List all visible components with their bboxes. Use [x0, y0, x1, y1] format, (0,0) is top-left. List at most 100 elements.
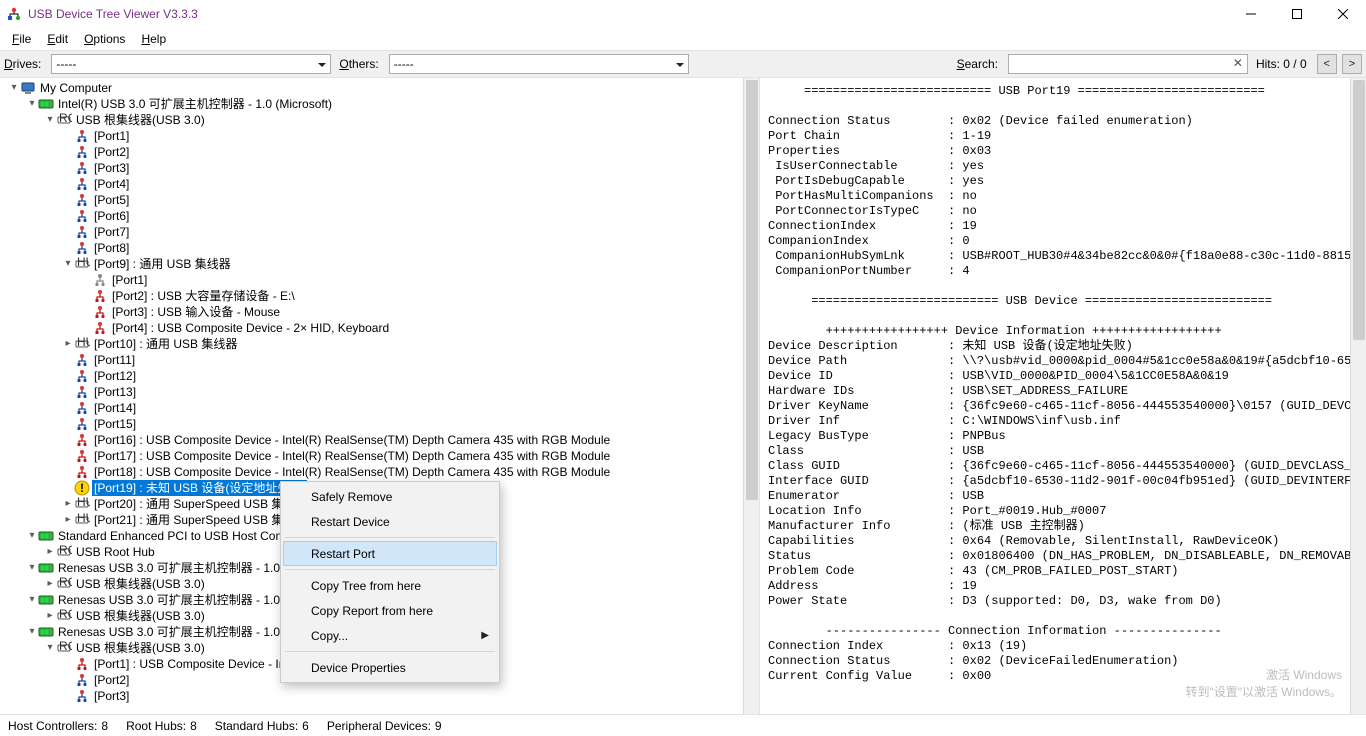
tree-row[interactable]: ▾ROOTUSB 根集线器(USB 3.0)	[2, 112, 743, 128]
menu-file[interactable]: File	[4, 28, 39, 50]
clear-search-icon[interactable]: ✕	[1233, 56, 1243, 70]
tree-label: [Port11]	[92, 352, 137, 368]
context-menu-item[interactable]: Safely Remove	[283, 484, 497, 509]
tree-row[interactable]: [Port5]	[2, 192, 743, 208]
pc-icon	[20, 80, 36, 96]
tree-row[interactable]: [Port4]	[2, 176, 743, 192]
tree-label: [Port10] : 通用 USB 集线器	[92, 336, 239, 352]
hub-icon: HUB	[74, 496, 90, 512]
tree-row[interactable]: [Port7]	[2, 224, 743, 240]
ctrl-icon	[38, 96, 54, 112]
collapse-icon[interactable]: ▾	[26, 592, 38, 608]
tree-row[interactable]: [Port16] : USB Composite Device - Intel(…	[2, 432, 743, 448]
next-hit-button[interactable]: >	[1342, 54, 1362, 74]
tree-label: [Port13]	[92, 384, 138, 400]
prev-hit-button[interactable]: <	[1317, 54, 1337, 74]
port-icon	[74, 672, 90, 688]
context-menu-item[interactable]: Copy Tree from here	[283, 573, 497, 598]
collapse-icon[interactable]: ▾	[26, 528, 38, 544]
titlebar: USB Device Tree Viewer V3.3.3	[0, 0, 1366, 28]
info-text[interactable]: ========================== USB Port19 ==…	[760, 78, 1350, 714]
context-menu-separator	[285, 537, 495, 538]
expand-icon[interactable]: ▸	[62, 512, 74, 528]
info-pane: ========================== USB Port19 ==…	[760, 78, 1366, 714]
tree-label: [Port5]	[92, 192, 131, 208]
tree-row[interactable]: [Port2]	[2, 144, 743, 160]
context-menu-item[interactable]: Restart Port	[283, 541, 497, 566]
svg-text:HUB: HUB	[77, 512, 90, 525]
collapse-icon[interactable]: ▾	[26, 560, 38, 576]
collapse-icon[interactable]: ▾	[44, 112, 56, 128]
expand-icon[interactable]: ▸	[62, 336, 74, 352]
tree-row[interactable]: [Port13]	[2, 384, 743, 400]
tree-row[interactable]: [Port18] : USB Composite Device - Intel(…	[2, 464, 743, 480]
tree-label: [Port1]	[92, 128, 131, 144]
tree-label: USB Root Hub	[74, 544, 157, 560]
tree-label: [Port19] : 未知 USB 设备(设定地址失败)	[92, 480, 307, 496]
tree-row[interactable]: [Port1]	[2, 272, 743, 288]
collapse-icon[interactable]: ▾	[8, 80, 20, 96]
tree-row[interactable]: ▸HUB[Port10] : 通用 USB 集线器	[2, 336, 743, 352]
collapse-icon[interactable]: ▾	[44, 640, 56, 656]
expand-icon[interactable]: ▸	[44, 544, 56, 560]
context-menu-item[interactable]: Copy Report from here	[283, 598, 497, 623]
collapse-icon[interactable]: ▾	[62, 256, 74, 272]
collapse-icon[interactable]: ▾	[26, 96, 38, 112]
tree-label: [Port14]	[92, 400, 138, 416]
others-combo[interactable]: -----	[389, 54, 689, 74]
maximize-button[interactable]	[1274, 0, 1320, 28]
tree-label: Standard Enhanced PCI to USB Host Contro	[56, 528, 298, 544]
context-menu-item[interactable]: Restart Device	[283, 509, 497, 534]
collapse-icon[interactable]: ▾	[26, 624, 38, 640]
expand-icon[interactable]: ▸	[44, 608, 56, 624]
hub-icon: HUB	[74, 512, 90, 528]
dev-icon	[74, 448, 90, 464]
tree-row[interactable]: [Port17] : USB Composite Device - Intel(…	[2, 448, 743, 464]
info-scrollbar[interactable]	[1350, 78, 1366, 714]
port-icon	[74, 224, 90, 240]
menu-edit[interactable]: Edit	[39, 28, 76, 50]
ctrl-icon	[38, 528, 54, 544]
tree-row[interactable]: [Port1]	[2, 128, 743, 144]
tree-row[interactable]: ▾Intel(R) USB 3.0 可扩展主机控制器 - 1.0 (Micros…	[2, 96, 743, 112]
tree-row[interactable]: [Port3] : USB 输入设备 - Mouse	[2, 304, 743, 320]
context-menu-item[interactable]: Device Properties	[283, 655, 497, 680]
tree-label: [Port21] : 通用 SuperSpeed USB 集线	[92, 512, 297, 528]
tree-scrollbar[interactable]	[743, 78, 759, 714]
minimize-button[interactable]	[1228, 0, 1274, 28]
tree-row[interactable]: [Port2] : USB 大容量存储设备 - E:\	[2, 288, 743, 304]
tree-row[interactable]: [Port15]	[2, 416, 743, 432]
svg-text:ROOT: ROOT	[59, 112, 72, 125]
close-button[interactable]	[1320, 0, 1366, 28]
tree-label: [Port9] : 通用 USB 集线器	[92, 256, 233, 272]
tree-label: [Port3]	[92, 688, 131, 704]
tree-row[interactable]: [Port3]	[2, 688, 743, 704]
search-input[interactable]: ✕	[1008, 54, 1248, 74]
dev-icon	[74, 464, 90, 480]
tree-row[interactable]: [Port6]	[2, 208, 743, 224]
svg-text:ROOT: ROOT	[59, 608, 72, 621]
sh-value: 6	[302, 719, 309, 733]
tree-row[interactable]: [Port12]	[2, 368, 743, 384]
tree-row[interactable]: [Port3]	[2, 160, 743, 176]
tree-row[interactable]: [Port8]	[2, 240, 743, 256]
tree-label: [Port16] : USB Composite Device - Intel(…	[92, 432, 612, 448]
search-label: Search:	[957, 57, 998, 71]
menu-options[interactable]: Options	[76, 28, 133, 50]
drives-combo[interactable]: -----	[51, 54, 331, 74]
dev-icon	[92, 320, 108, 336]
window-controls	[1228, 0, 1366, 28]
port-icon	[74, 352, 90, 368]
pd-label: Peripheral Devices:	[327, 719, 431, 733]
tree-row[interactable]: ▾HUB[Port9] : 通用 USB 集线器	[2, 256, 743, 272]
menu-help[interactable]: Help	[133, 28, 174, 50]
expand-icon[interactable]: ▸	[62, 496, 74, 512]
tree-row[interactable]: [Port4] : USB Composite Device - 2× HID,…	[2, 320, 743, 336]
tree-row[interactable]: [Port11]	[2, 352, 743, 368]
expand-icon[interactable]: ▸	[44, 576, 56, 592]
tree-row[interactable]: ▾My Computer	[2, 80, 743, 96]
tree-row[interactable]: [Port14]	[2, 400, 743, 416]
tree-label: Renesas USB 3.0 可扩展主机控制器 - 1.0	[56, 624, 282, 640]
context-menu-item[interactable]: Copy...▶	[283, 623, 497, 648]
port-icon	[74, 688, 90, 704]
